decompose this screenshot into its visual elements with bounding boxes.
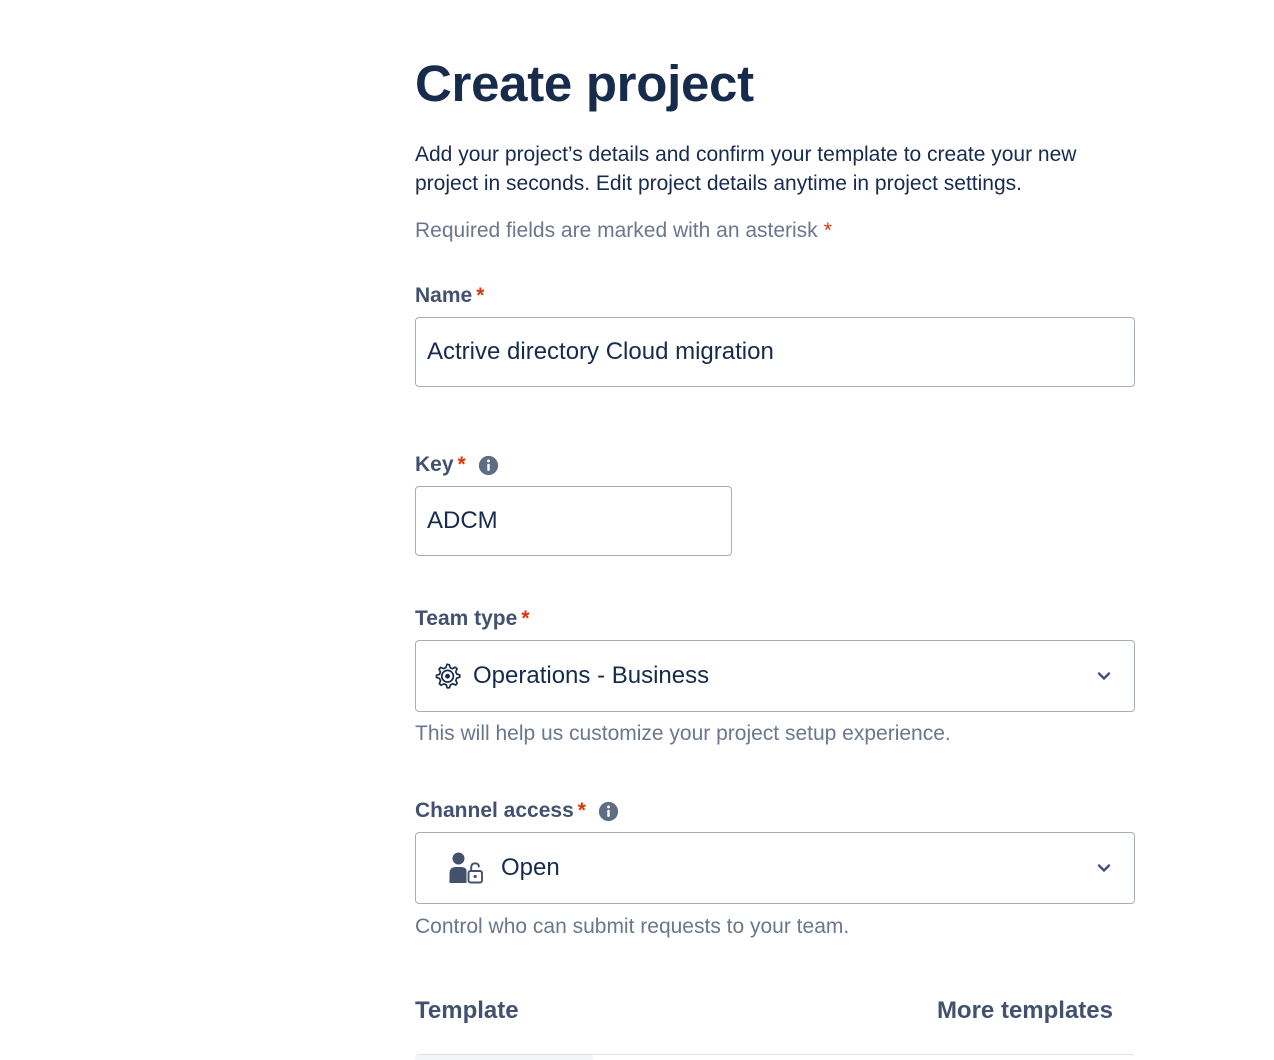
name-input[interactable]	[416, 318, 1134, 386]
key-label-text: Key	[415, 453, 454, 476]
required-note-text: Required fields are marked with an aster…	[415, 219, 818, 242]
create-project-page: Create project Add your project’s detail…	[0, 0, 1274, 1060]
template-heading: Template	[415, 997, 519, 1024]
channel-access-helper-text: Control who can submit requests to your …	[415, 915, 850, 938]
channel-access-label-text: Channel access	[415, 799, 574, 822]
name-label-text: Name	[415, 284, 473, 307]
key-field-container	[415, 486, 732, 556]
name-field-container	[415, 317, 1135, 387]
team-type-label-text: Team type	[415, 607, 518, 630]
team-type-helper-text: This will help us customize your project…	[415, 722, 951, 745]
user-unlock-icon	[449, 852, 483, 884]
key-label: Key *	[415, 451, 499, 479]
team-type-select[interactable]: Operations - Business	[415, 640, 1135, 712]
channel-access-label: Channel access *	[415, 797, 619, 825]
template-card-preview	[415, 1055, 593, 1060]
channel-access-selected-value: Open	[501, 854, 560, 881]
channel-access-info-icon[interactable]	[598, 801, 619, 822]
page-title: Create project	[415, 55, 754, 112]
page-intro: Add your project’s details and confirm y…	[415, 143, 1077, 195]
required-asterisk: *	[823, 219, 832, 242]
channel-access-select[interactable]: Open	[415, 832, 1135, 904]
key-required-asterisk: *	[457, 453, 466, 476]
chevron-down-icon	[1097, 672, 1111, 680]
key-input[interactable]	[416, 487, 731, 555]
team-type-label: Team type *	[415, 605, 530, 633]
gear-icon	[435, 663, 461, 689]
template-card[interactable]	[415, 1054, 1135, 1060]
key-info-icon[interactable]	[478, 455, 499, 476]
required-fields-note: Required fields are marked with an aster…	[415, 216, 832, 245]
name-label: Name *	[415, 282, 484, 310]
name-required-asterisk: *	[476, 284, 485, 307]
channel-access-required-asterisk: *	[577, 799, 586, 822]
chevron-down-icon	[1097, 864, 1111, 872]
team-type-selected-value: Operations - Business	[473, 662, 710, 689]
team-type-required-asterisk: *	[521, 607, 530, 630]
more-templates-link[interactable]: More templates	[937, 997, 1113, 1025]
